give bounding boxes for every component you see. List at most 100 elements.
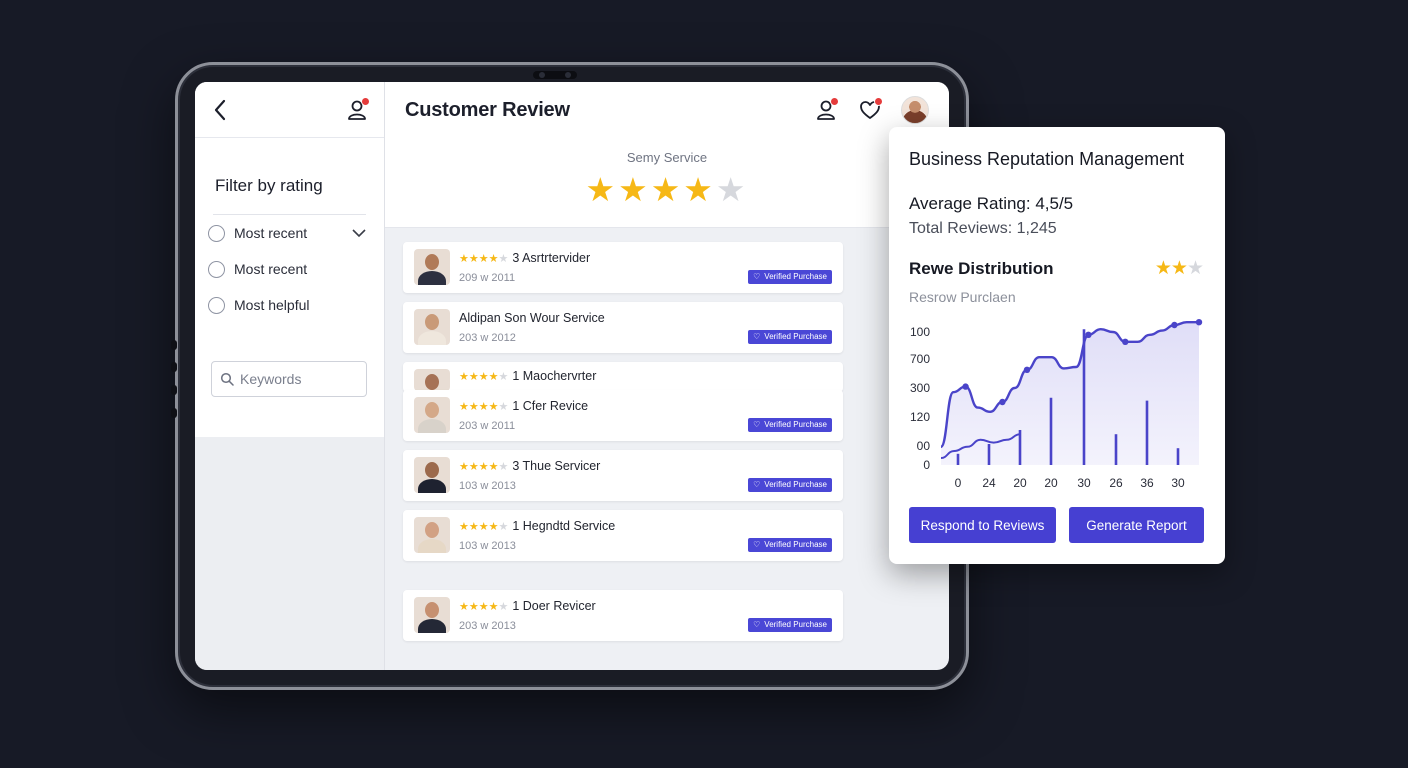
card-title: Business Reputation Management: [909, 149, 1185, 169]
review-star-rating: ★★★★★: [459, 253, 509, 265]
review-card[interactable]: ★★★★★ 3 Asrtrtervider 209 w 2011 ♡ Verified …: [403, 242, 843, 293]
review-title: 1 Cfer Revice: [512, 399, 589, 413]
filter-title: Filter by rating: [215, 176, 323, 195]
badge-label: Verified Purchase: [764, 540, 827, 549]
badge-label: Verified Purchase: [764, 332, 827, 341]
filter-option-most-helpful[interactable]: Most helpful: [208, 287, 384, 323]
respond-to-reviews-button[interactable]: Respond to Reviews: [909, 507, 1056, 543]
back-button[interactable]: [207, 97, 233, 123]
review-card[interactable]: ★★★★★ 1 Hegndtd Service 103 w 2013 ♡ Verifie…: [403, 510, 843, 561]
review-card[interactable]: Aldipan Son Wour Service 203 w 2012 ♡ Verif…: [403, 302, 843, 353]
user-avatar[interactable]: [901, 96, 929, 124]
chart-subtitle: Resrow Purclaen: [909, 289, 1016, 305]
notification-badge: [830, 97, 839, 106]
radio-button[interactable]: [208, 296, 225, 314]
review-date: 209 w 2011: [459, 272, 516, 284]
filter-option-most-recent[interactable]: Most recent: [208, 215, 384, 251]
area-fill: [941, 322, 1199, 465]
page-title: Customer Review: [405, 98, 570, 121]
verified-purchase-badge: ♡ Verified Purchase: [748, 418, 832, 432]
reviewer-avatar: [414, 249, 450, 285]
y-tick-label: 00: [917, 439, 931, 453]
review-date: 203 w 2013: [459, 620, 516, 632]
y-tick-label: 300: [910, 381, 930, 395]
x-tick-label: 36: [1140, 476, 1154, 490]
x-tick-label: 26: [1109, 476, 1123, 490]
data-point: [999, 398, 1006, 406]
star-icon: ★: [1170, 258, 1188, 279]
data-point: [1171, 321, 1178, 329]
y-tick-label: 100: [910, 325, 930, 339]
radio-button[interactable]: [208, 260, 225, 278]
x-tick-label: 30: [1171, 476, 1185, 490]
review-star-rating: ★★★★★: [459, 401, 509, 413]
y-tick-label: 0: [923, 458, 930, 472]
favorites-button[interactable]: [857, 97, 883, 123]
tablet-frame: Filter by rating Most recent Most recent…: [171, 62, 969, 690]
side-button: [171, 408, 177, 418]
review-card[interactable]: ★★★★★ 3 Thue Servicer 103 w 2013 ♡ Verified …: [403, 450, 843, 501]
top-bar: Customer Review: [385, 82, 949, 138]
chevron-left-icon: [214, 99, 226, 120]
review-star-rating: ★★★★★: [459, 521, 509, 533]
search-icon: [220, 372, 234, 386]
distribution-title: Rewe Distribution: [909, 259, 1054, 278]
data-point: [962, 383, 969, 390]
star-icon: ★: [1154, 258, 1172, 279]
profile-button[interactable]: [813, 97, 839, 123]
shield-icon: ♡: [753, 620, 761, 629]
side-button: [171, 340, 177, 350]
filter-option-label: Most recent: [234, 261, 308, 277]
filter-option-most-recent-2[interactable]: Most recent: [208, 251, 384, 287]
account-button[interactable]: [344, 96, 370, 123]
review-card[interactable]: ★★★★★ 1 Maochervrter: [403, 362, 843, 392]
x-tick-label: 0: [955, 476, 962, 490]
reviewer-avatar: [414, 457, 450, 493]
side-button: [171, 385, 177, 395]
keyword-search-input[interactable]: Keywords: [211, 361, 367, 397]
review-date: 203 w 2011: [459, 420, 516, 432]
average-rating: Average Rating: 4,5/5: [909, 194, 1074, 213]
review-card[interactable]: ★★★★★ 1 Cfer Revice 203 w 2011 ♡ Verified Pu…: [403, 390, 843, 441]
star-icon: ★: [715, 171, 749, 208]
review-star-rating: ★★★★★: [459, 371, 509, 383]
x-tick-label: 30: [1077, 476, 1091, 490]
review-star-rating: ★★★★★: [459, 601, 509, 613]
data-point: [1085, 331, 1092, 338]
front-camera: [533, 71, 577, 79]
reviewer-avatar: [414, 517, 450, 553]
review-date: 203 w 2012: [459, 332, 516, 344]
notification-badge: [361, 96, 370, 106]
shield-icon: ♡: [753, 332, 761, 341]
verified-purchase-badge: ♡ Verified Purchase: [748, 618, 832, 632]
generate-report-button[interactable]: Generate Report: [1069, 507, 1204, 543]
radio-button[interactable]: [208, 224, 225, 242]
service-label: Semy Service: [626, 150, 708, 165]
chevron-down-icon[interactable]: [352, 228, 366, 238]
review-title: 3 Thue Servicer: [512, 459, 601, 473]
reviews-pane: Customer Review Semy Service ★★★★★ ★★★★★…: [385, 82, 949, 670]
x-tick-label: 24: [982, 476, 996, 490]
distribution-chart: 1007003001200000 24 20 20 30 26 36 30: [910, 319, 1203, 490]
verified-purchase-badge: ♡ Verified Purchase: [748, 270, 832, 284]
review-title: Aldipan Son Wour Service: [459, 311, 605, 325]
star-icon: ★: [683, 171, 716, 208]
review-date: 103 w 2013: [459, 540, 516, 552]
reviewer-avatar: [414, 309, 450, 345]
star-icon: ★: [1186, 258, 1204, 279]
star-icon: ★: [650, 171, 684, 208]
search-placeholder: Keywords: [240, 371, 302, 387]
review-card[interactable]: ★★★★★ 1 Doer Revicer 203 w 2013 ♡ Verified P…: [403, 590, 843, 641]
shield-icon: ♡: [753, 272, 761, 281]
side-button: [171, 362, 177, 372]
review-star-rating: ★★★★★: [459, 461, 509, 473]
filter-option-label: Most recent: [234, 225, 308, 241]
data-point: [1023, 366, 1031, 373]
star-icon: ★: [618, 171, 651, 208]
shield-icon: ♡: [753, 480, 761, 489]
review-title: 1 Maochervrter: [512, 369, 597, 383]
filter-option-label: Most helpful: [234, 297, 310, 313]
review-title: 1 Doer Revicer: [512, 599, 596, 613]
summary-star-rating: ★★★★★: [385, 173, 949, 206]
badge-label: Verified Purchase: [764, 272, 827, 281]
